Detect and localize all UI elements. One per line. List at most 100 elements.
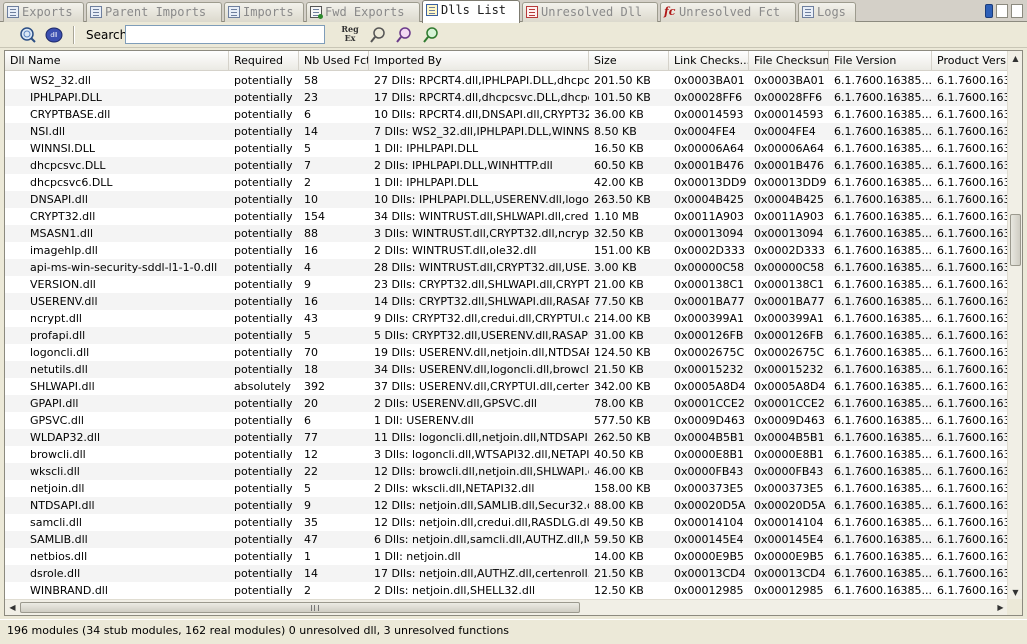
table-row[interactable]: VERSION.dll potentially 9 23 Dlls: CRYPT32.…: [5, 276, 1008, 293]
table-row[interactable]: wkscli.dll potentially 22 12 Dlls: browcli.…: [5, 463, 1008, 480]
tab-dlls-list[interactable]: Dlls List: [422, 0, 520, 23]
table-row[interactable]: SAMLIB.dll potentially 47 6 Dlls: netjoin.d…: [5, 531, 1008, 548]
table-row[interactable]: netjoin.dll potentially 5 2 Dlls: wkscli.dl…: [5, 480, 1008, 497]
table-row[interactable]: USERENV.dll potentially 16 14 Dlls: CRYPT32…: [5, 293, 1008, 310]
cell-product-version: 6.1.7600.1638: [937, 176, 1008, 189]
table-row[interactable]: profapi.dll potentially 5 5 Dlls: CRYPT32.d…: [5, 327, 1008, 344]
table-row[interactable]: NSI.dll potentially 14 7 Dlls: WS2_32.dll,I…: [5, 123, 1008, 140]
scroll-corner: [1007, 599, 1022, 615]
vertical-scrollbar[interactable]: ▲ ▼: [1007, 51, 1022, 600]
tab-label: Imports: [243, 5, 294, 19]
column-header-file-checksum[interactable]: File Checksum: [749, 51, 829, 71]
tab-unresolved-fct[interactable]: fc Unresolved Fct: [660, 2, 796, 22]
table-row[interactable]: api-ms-win-security-sddl-l1-1-0.dll poten…: [5, 259, 1008, 276]
column-header-link-checksum[interactable]: Link Checks...: [669, 51, 749, 71]
table-row[interactable]: samcli.dll potentially 35 12 Dlls: netjoin.…: [5, 514, 1008, 531]
cell-nb-used-fct: 23: [304, 91, 318, 104]
column-header-size[interactable]: Size: [589, 51, 669, 71]
status-bar: 196 modules (34 stub modules, 162 real m…: [0, 619, 1027, 644]
table-row[interactable]: MSASN1.dll potentially 88 3 Dlls: WINTRUST.…: [5, 225, 1008, 242]
tab-exports[interactable]: Exports: [3, 2, 84, 22]
tab-logs[interactable]: Logs: [798, 2, 856, 22]
cell-file-version: 6.1.7600.16385...: [834, 278, 932, 291]
tab-imports[interactable]: Imports: [224, 2, 304, 22]
cell-file-checksum: 0x00013094: [754, 227, 824, 240]
cell-file-checksum: 0x000399A1: [754, 312, 825, 325]
tab-fwd-exports[interactable]: Fwd Exports: [306, 2, 420, 22]
table-row[interactable]: dhcpcsvc6.DLL potentially 2 1 Dll: IPHLPAPI…: [5, 174, 1008, 191]
window-icon[interactable]: [996, 4, 1008, 18]
search-input[interactable]: [125, 25, 325, 44]
cell-product-version: 6.1.7600.1638: [937, 516, 1008, 529]
dll-options-button[interactable]: dll: [44, 25, 64, 45]
cell-product-version: 6.1.7600.1638: [937, 414, 1008, 427]
search-previous-button[interactable]: [394, 25, 414, 45]
cell-link-checksum: 0x0003BA01: [674, 74, 745, 87]
search-previous-icon: [396, 27, 411, 43]
column-header-product-version[interactable]: Product Versio: [932, 51, 1008, 71]
column-header-file-version[interactable]: File Version: [829, 51, 932, 71]
table-row[interactable]: WS2_32.dll potentially 58 27 Dlls: RPCRT4.d…: [5, 72, 1008, 89]
cell-link-checksum: 0x00014593: [674, 108, 744, 121]
column-header-imported-by[interactable]: Imported By: [369, 51, 589, 71]
table-row[interactable]: DNSAPI.dll potentially 10 10 Dlls: IPHLPAPI…: [5, 191, 1008, 208]
cell-link-checksum: 0x00013094: [674, 227, 744, 240]
cell-link-checksum: 0x000126FB: [674, 329, 744, 342]
table-row[interactable]: netbios.dll potentially 1 1 Dll: netjoin.dl…: [5, 548, 1008, 565]
table-row[interactable]: CRYPTBASE.dll potentially 6 10 Dlls: RPCRT4…: [5, 106, 1008, 123]
table-row[interactable]: browcli.dll potentially 12 3 Dlls: logoncli…: [5, 446, 1008, 463]
cell-dll-name: dhcpcsvc.DLL: [30, 159, 106, 172]
search-button[interactable]: [368, 25, 388, 45]
find-module-button[interactable]: [18, 25, 38, 45]
cell-size: 77.50 KB: [594, 295, 644, 308]
table-row[interactable]: logoncli.dll potentially 70 19 Dlls: USEREN…: [5, 344, 1008, 361]
cell-size: 214.00 KB: [594, 312, 651, 325]
tab-parent-imports[interactable]: Parent Imports: [86, 2, 222, 22]
table-row[interactable]: ncrypt.dll potentially 43 9 Dlls: CRYPT32.d…: [5, 310, 1008, 327]
cell-dll-name: SAMLIB.dll: [30, 533, 88, 546]
table-row[interactable]: WINNSI.DLL potentially 5 1 Dll: IPHLPAPI.DL…: [5, 140, 1008, 157]
table-row[interactable]: imagehlp.dll potentially 16 2 Dlls: WINTRUS…: [5, 242, 1008, 259]
scroll-left-arrow-icon[interactable]: ◀: [5, 600, 20, 615]
table-row[interactable]: dhcpcsvc.DLL potentially 7 2 Dlls: IPHLPAPI…: [5, 157, 1008, 174]
table-row[interactable]: WLDAP32.dll potentially 77 11 Dlls: logoncl…: [5, 429, 1008, 446]
cell-required: potentially: [234, 108, 293, 121]
column-header-required[interactable]: Required: [229, 51, 299, 71]
cell-product-version: 6.1.7600.1638: [937, 550, 1008, 563]
scroll-down-arrow-icon[interactable]: ▼: [1008, 585, 1022, 600]
horizontal-scrollbar[interactable]: ◀ ▶: [5, 599, 1008, 615]
cell-imported-by: 5 Dlls: CRYPT32.dll,USERENV.dll,RASAPI..…: [374, 329, 589, 342]
cell-size: 342.00 KB: [594, 380, 651, 393]
table-row[interactable]: GPAPI.dll potentially 20 2 Dlls: USERENV.dl…: [5, 395, 1008, 412]
cell-file-version: 6.1.7600.16385...: [834, 414, 932, 427]
table-row[interactable]: NTDSAPI.dll potentially 9 12 Dlls: netjoin.…: [5, 497, 1008, 514]
cell-required: potentially: [234, 329, 293, 342]
table-row[interactable]: WINBRAND.dll potentially 2 2 Dlls: netjoin.…: [5, 582, 1008, 599]
cell-file-version: 6.1.7600.16385...: [834, 125, 932, 138]
scroll-up-arrow-icon[interactable]: ▲: [1008, 51, 1022, 66]
cell-dll-name: netbios.dll: [30, 550, 88, 563]
window-icon[interactable]: [1011, 4, 1023, 18]
tab-unresolved-dll[interactable]: Unresolved Dll: [522, 2, 658, 22]
table-row[interactable]: CRYPT32.dll potentially 154 34 Dlls: WINTRU…: [5, 208, 1008, 225]
table-row[interactable]: netutils.dll potentially 18 34 Dlls: USEREN…: [5, 361, 1008, 378]
column-header-dll-name[interactable]: Dll Name: [5, 51, 229, 71]
cell-file-checksum: 0x0000E9B5: [754, 550, 824, 563]
scroll-right-arrow-icon[interactable]: ▶: [993, 600, 1008, 615]
tab-label: Exports: [22, 5, 73, 19]
bluetooth-icon[interactable]: [985, 4, 993, 18]
table-row[interactable]: dsrole.dll potentially 14 17 Dlls: netjoin.…: [5, 565, 1008, 582]
cell-file-checksum: 0x00014104: [754, 516, 824, 529]
cell-imported-by: 9 Dlls: CRYPT32.dll,credui.dll,CRYPTUI.d…: [374, 312, 589, 325]
cell-file-checksum: 0x00006A64: [754, 142, 825, 155]
cell-dll-name: dsrole.dll: [30, 567, 81, 580]
regex-toggle-button[interactable]: Reg Ex: [341, 25, 359, 45]
vertical-scroll-thumb[interactable]: [1010, 214, 1021, 266]
cell-required: potentially: [234, 397, 293, 410]
table-row[interactable]: GPSVC.dll potentially 6 1 Dll: USERENV.dll 5…: [5, 412, 1008, 429]
table-row[interactable]: SHLWAPI.dll absolutely 392 37 Dlls: USERENV…: [5, 378, 1008, 395]
search-next-button[interactable]: [421, 25, 441, 45]
column-header-nb-used-fct[interactable]: Nb Used Fct: [299, 51, 369, 71]
horizontal-scroll-thumb[interactable]: [20, 602, 580, 613]
table-row[interactable]: IPHLPAPI.DLL potentially 23 17 Dlls: RPCRT4…: [5, 89, 1008, 106]
